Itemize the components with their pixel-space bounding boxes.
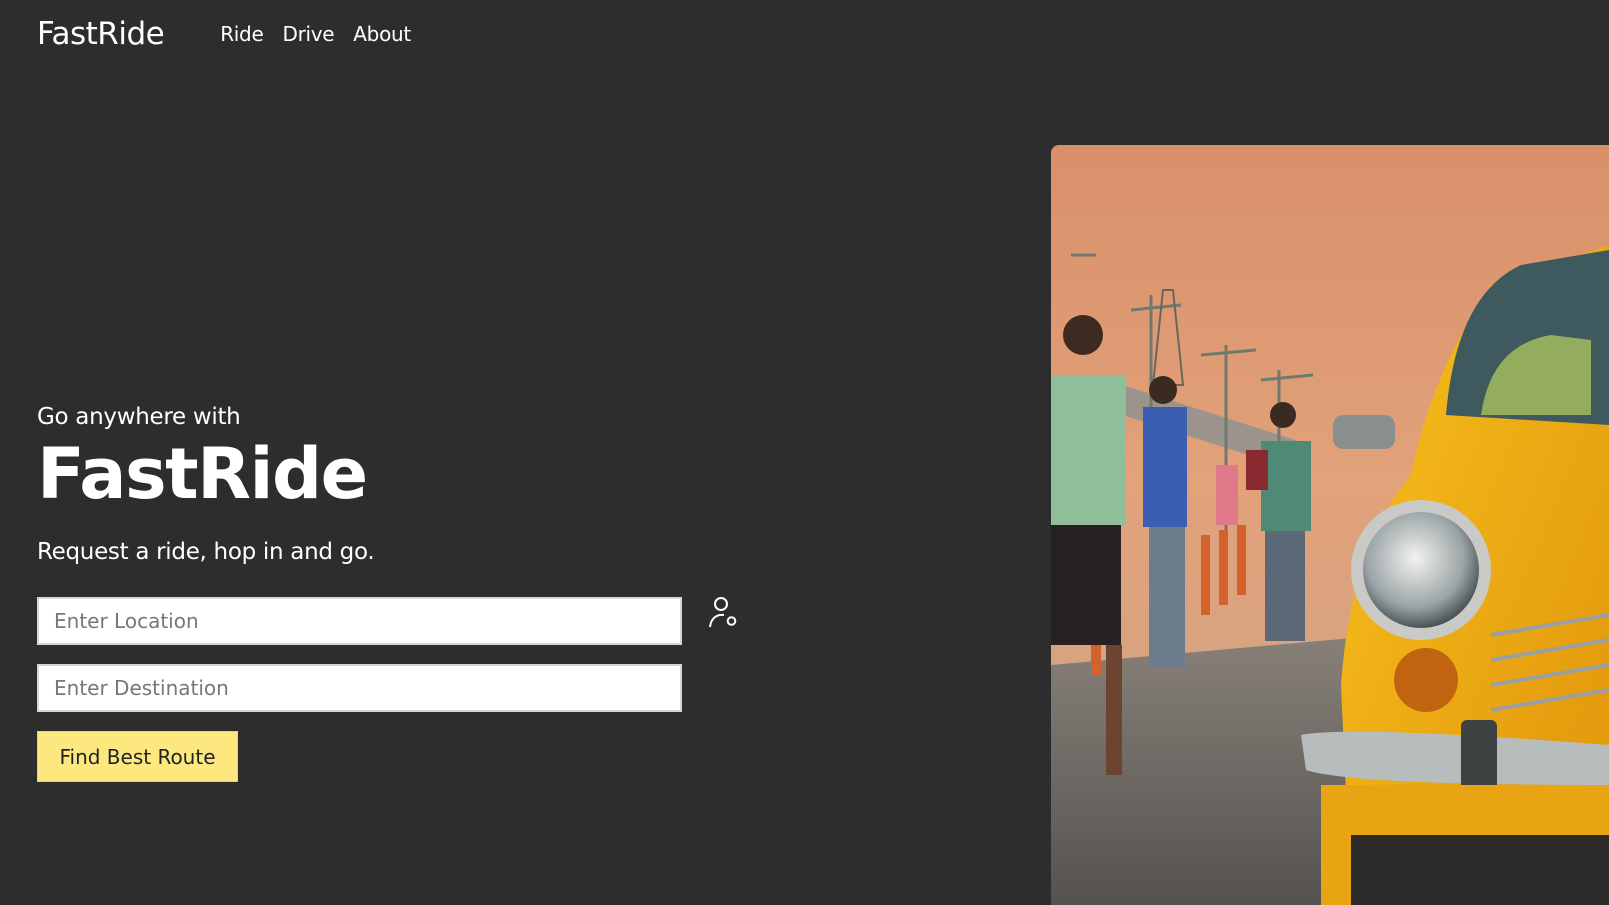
top-nav: FastRide Ride Drive About [37,14,411,54]
nav-link-ride[interactable]: Ride [220,22,264,46]
person-pin-icon[interactable] [709,596,739,630]
hero-eyebrow: Go anywhere with [37,404,241,430]
hero-title: FastRide [37,433,368,515]
hero-tagline: Request a ride, hop in and go. [37,539,375,565]
hero-text: Go anywhere with FastRide Request a ride… [37,404,375,565]
find-best-route-button[interactable]: Find Best Route [37,731,238,782]
destination-input[interactable] [37,664,682,712]
hero-image [1051,145,1609,905]
nav-link-drive[interactable]: Drive [282,22,334,46]
nav-links: Ride Drive About [220,22,411,46]
brand-logo[interactable]: FastRide [37,16,165,52]
nav-link-about[interactable]: About [353,22,411,46]
location-input[interactable] [37,597,682,645]
